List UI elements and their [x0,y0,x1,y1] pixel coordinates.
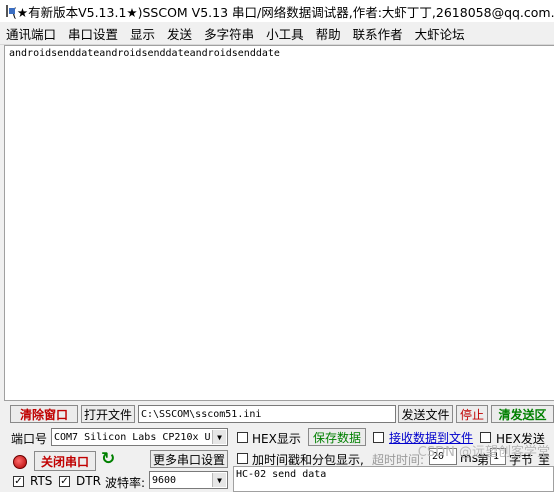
send-textarea[interactable]: HC-02 send data [233,466,554,492]
rts-label: RTS [30,474,53,488]
menu-contact-author[interactable]: 联系作者 [347,24,409,43]
close-port-button[interactable]: 关闭串口 [34,451,96,471]
title-bar: (★有新版本V5.13.1★)SSCOM V5.13 串口/网络数据调试器,作者… [0,0,554,22]
port-value: COM7 Silicon Labs CP210x U [54,431,211,443]
menu-forum[interactable]: 大虾论坛 [409,24,471,43]
send-file-button[interactable]: 发送文件 [398,405,453,423]
menu-serial-settings[interactable]: 串口设置 [62,24,124,43]
menu-help[interactable]: 帮助 [310,24,347,43]
baud-select[interactable]: 9600 ▼ [149,471,228,489]
menu-bar: 通讯端口 串口设置 显示 发送 多字符串 小工具 帮助 联系作者 大虾论坛 [0,22,554,45]
open-file-button[interactable]: 打开文件 [81,405,135,423]
watermark: CSDN @远望创客学堂 [417,445,550,460]
file-path-input[interactable]: C:\SSCOM\sscom51.ini [138,405,396,423]
stop-button[interactable]: 停止 [456,405,488,423]
port-label: 端口号 [11,432,48,446]
menu-display[interactable]: 显示 [124,24,161,43]
rts-checkbox[interactable]: ✓ [13,476,24,487]
chevron-down-icon: ▼ [212,473,226,487]
dtr-checkbox[interactable]: ✓ [59,476,70,487]
refresh-icon[interactable]: ↻ [101,449,115,469]
menu-send[interactable]: 发送 [161,24,198,43]
more-serial-settings-button[interactable]: 更多串口设置 [150,450,228,468]
hex-display-label: HEX显示 [252,432,301,446]
port-status-icon [13,455,27,469]
clear-send-area-button[interactable]: 清发送区 [491,405,554,423]
clear-window-button[interactable]: 清除窗口 [10,405,78,423]
menu-multi-string[interactable]: 多字符串 [198,24,260,43]
app-icon [6,5,15,17]
save-data-button[interactable]: 保存数据 [308,428,366,446]
window-title: (★有新版本V5.13.1★)SSCOM V5.13 串口/网络数据调试器,作者… [12,4,554,20]
hex-display-checkbox[interactable] [237,432,248,443]
port-select[interactable]: COM7 Silicon Labs CP210x U ▼ [51,428,228,446]
chevron-down-icon: ▼ [212,430,226,444]
timestamp-checkbox[interactable] [237,453,248,464]
menu-comm-port[interactable]: 通讯端口 [0,24,62,43]
dtr-label: DTR [76,474,101,488]
baud-value: 9600 [152,474,177,486]
menu-tools[interactable]: 小工具 [260,24,310,43]
receive-textarea[interactable]: androidsenddateandroidsenddateandroidsen… [4,45,554,401]
baud-label: 波特率: [105,476,146,490]
recv-to-file-checkbox[interactable] [373,432,384,443]
